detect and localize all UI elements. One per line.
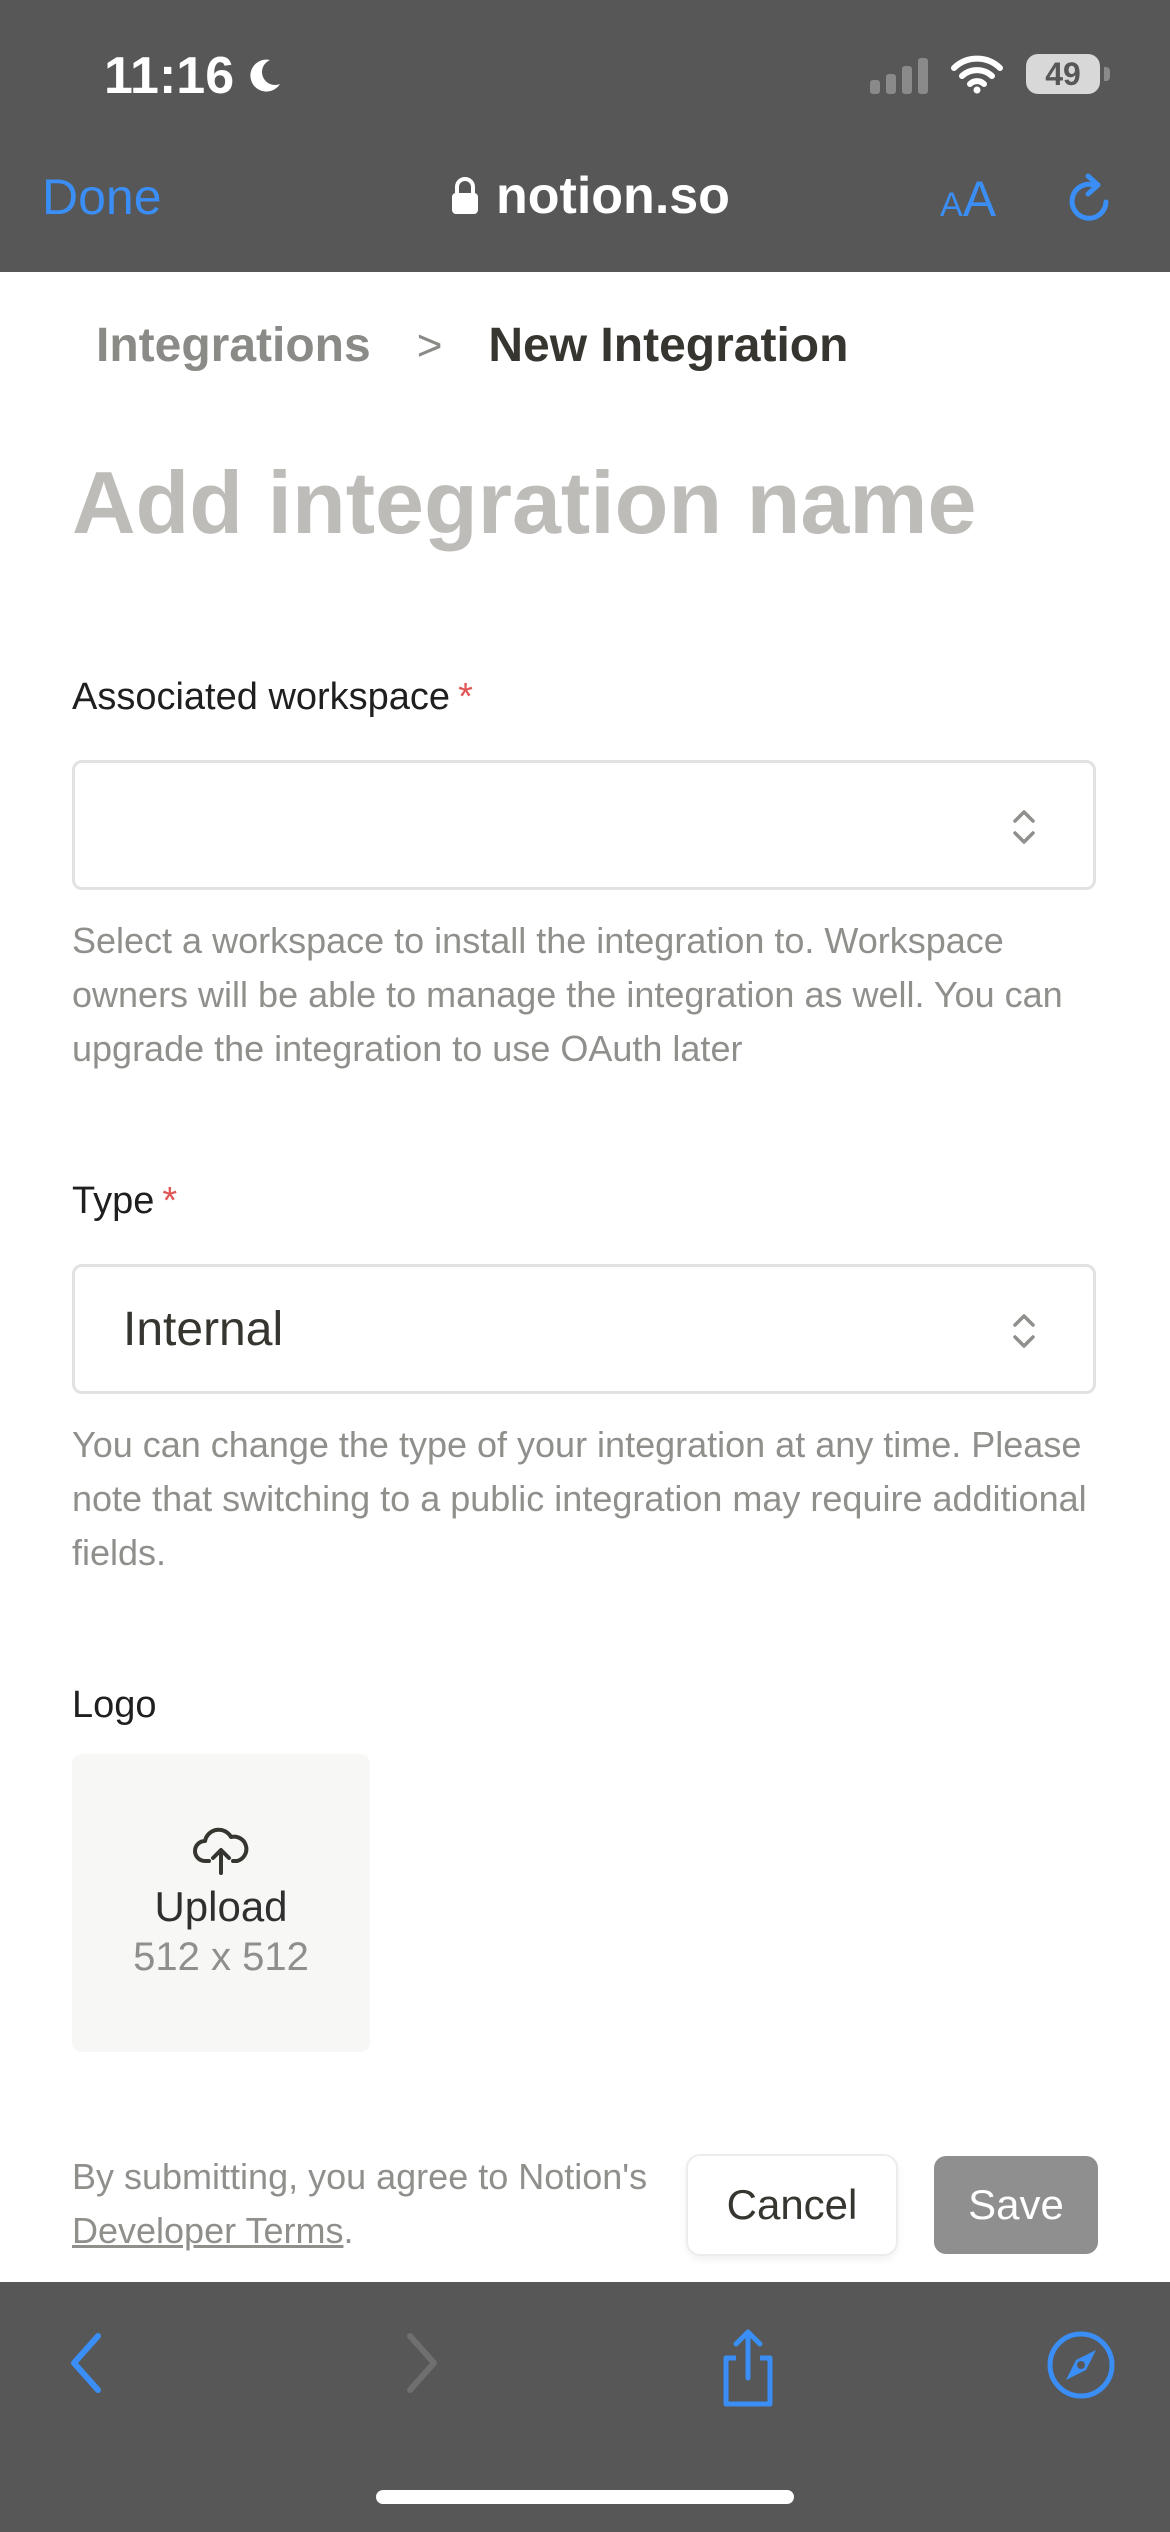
cloud-upload-icon bbox=[193, 1827, 249, 1875]
share-icon[interactable] bbox=[716, 2328, 780, 2408]
battery-level: 49 bbox=[1045, 55, 1081, 92]
upload-size-hint: 512 x 512 bbox=[133, 1934, 309, 1979]
type-label-text: Type bbox=[72, 1180, 155, 1222]
breadcrumb-current: New Integration bbox=[488, 319, 849, 372]
breadcrumb-separator: > bbox=[416, 320, 443, 370]
status-time-text: 11:16 bbox=[104, 47, 235, 105]
terms-suffix: . bbox=[343, 2210, 354, 2251]
text-size-small: A bbox=[940, 186, 963, 224]
workspace-label: Associated workspace * bbox=[72, 676, 473, 719]
terms-text: By submitting, you agree to Notion's Dev… bbox=[72, 2150, 647, 2258]
type-help-text: You can change the type of your integrat… bbox=[72, 1424, 1087, 1573]
status-indicators: 49 bbox=[870, 54, 1110, 94]
reload-icon[interactable] bbox=[1064, 172, 1116, 228]
type-label: Type * bbox=[72, 1180, 177, 1223]
moon-icon bbox=[250, 59, 281, 92]
browser-top-bar bbox=[0, 0, 1170, 272]
text-size-large: A bbox=[962, 171, 997, 227]
back-icon[interactable] bbox=[64, 2328, 108, 2398]
lock-icon bbox=[452, 177, 478, 214]
battery-icon: 49 bbox=[1026, 54, 1110, 94]
logo-label: Logo bbox=[72, 1684, 157, 1726]
upload-label: Upload bbox=[154, 1882, 288, 1930]
breadcrumb: Integrations > New Integration bbox=[96, 318, 848, 373]
done-button[interactable]: Done bbox=[42, 168, 162, 226]
integration-name-input[interactable]: Add integration name bbox=[72, 452, 977, 554]
address-bar[interactable]: notion.so bbox=[450, 166, 730, 226]
breadcrumb-integrations-link[interactable]: Integrations bbox=[96, 318, 371, 373]
forward-icon[interactable] bbox=[400, 2328, 444, 2398]
signal-icon bbox=[870, 54, 928, 94]
chevron-up-down-icon bbox=[1013, 810, 1035, 844]
terms-prefix: By submitting, you agree to Notion's bbox=[72, 2156, 648, 2197]
logo-upload-button[interactable]: Upload 512 x 512 bbox=[72, 1754, 370, 2052]
developer-terms-link[interactable]: Developer Terms bbox=[72, 2210, 343, 2251]
workspace-help-text: Select a workspace to install the integr… bbox=[72, 920, 1063, 1069]
type-select-value: Internal bbox=[123, 1302, 284, 1356]
cancel-button[interactable]: Cancel bbox=[688, 2156, 896, 2254]
home-indicator[interactable] bbox=[376, 2490, 794, 2504]
workspace-select[interactable] bbox=[72, 760, 1096, 890]
url-text: notion.so bbox=[496, 167, 730, 225]
required-mark: * bbox=[162, 1180, 178, 1222]
type-select[interactable]: Internal bbox=[72, 1264, 1096, 1394]
wifi-icon bbox=[951, 55, 1003, 94]
status-time: 11:16 bbox=[104, 46, 284, 106]
chevron-up-down-icon bbox=[1013, 1314, 1035, 1348]
text-size-button[interactable]: AA bbox=[940, 170, 996, 228]
save-button[interactable]: Save bbox=[934, 2156, 1098, 2254]
required-mark: * bbox=[458, 676, 473, 718]
workspace-label-text: Associated workspace bbox=[72, 676, 451, 718]
compass-icon[interactable] bbox=[1046, 2330, 1116, 2400]
